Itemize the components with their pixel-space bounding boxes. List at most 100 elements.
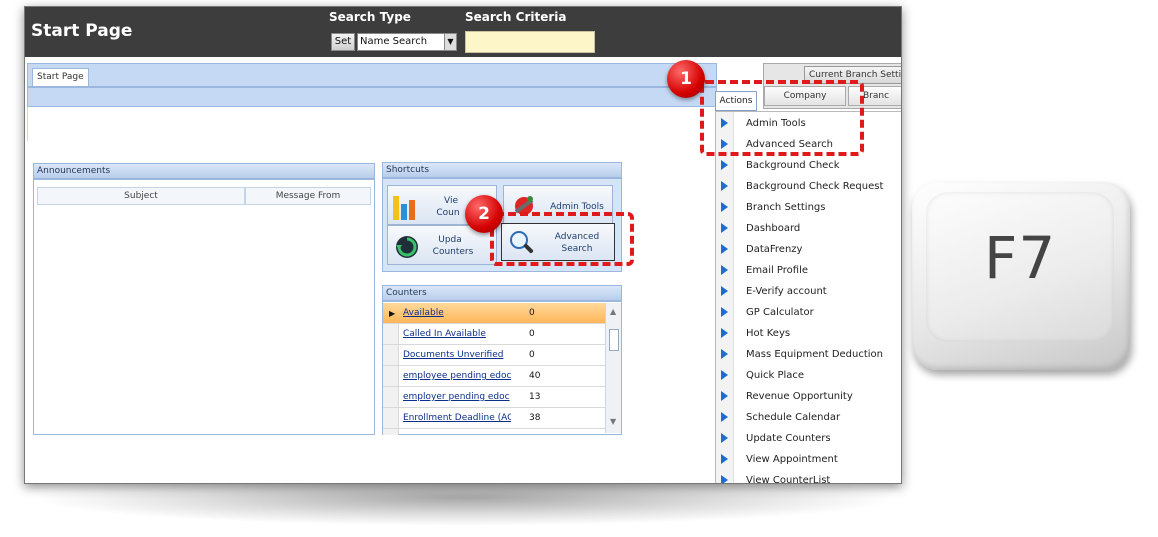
menu-item-label: Background Check Request [746,181,884,192]
counter-value: 38 [529,413,541,423]
announcements-panel [33,179,375,435]
counter-value: 0 [529,308,535,318]
play-arrow-icon [721,391,728,401]
page-title: Start Page [31,21,133,41]
set-button[interactable]: Set [331,33,355,51]
scroll-up-icon[interactable]: ▲ [610,307,616,316]
tab-content-area [27,107,717,141]
menu-item-label: View CounterList [746,475,831,484]
highlight-box-actions [700,80,864,156]
tab-start-page[interactable]: Start Page [32,68,89,86]
menu-item-update-counters[interactable]: Update Counters [716,429,901,450]
counter-name[interactable]: Called In Available [403,329,511,339]
play-arrow-icon [721,160,728,170]
menu-item-label: Revenue Opportunity [746,391,853,402]
menu-item-dashboard[interactable]: Dashboard [716,219,901,240]
search-type-label: Search Type [329,10,411,24]
column-message-from[interactable]: Message From [245,187,371,205]
menu-item-label: Update Counters [746,433,831,444]
menu-item-revenue-opportunity[interactable]: Revenue Opportunity [716,387,901,408]
scroll-down-icon[interactable]: ▼ [610,417,616,426]
counters-scrollbar[interactable]: ▲ ▼ [605,303,621,433]
menu-item-label: Branch Settings [746,202,826,213]
table-row[interactable]: Documents Unverified 0 [383,345,605,366]
menu-item-hot-keys[interactable]: Hot Keys [716,324,901,345]
search-criteria-input[interactable] [465,31,595,53]
menu-item-label: GP Calculator [746,307,814,318]
play-arrow-icon [721,412,728,422]
play-arrow-icon [721,244,728,254]
menu-item-schedule-calendar[interactable]: Schedule Calendar [716,408,901,429]
counter-value: 0 [529,329,535,339]
search-criteria-label: Search Criteria [465,10,567,24]
play-arrow-icon [721,202,728,212]
play-arrow-icon [721,181,728,191]
menu-item-label: DataFrenzy [746,244,803,255]
search-type-value: Name Search [360,36,428,47]
table-row[interactable]: Called In Available 0 [383,324,605,345]
search-type-select[interactable]: Name Search ▼ [357,33,457,51]
play-arrow-icon [721,223,728,233]
callout-badge-2: 2 [465,195,503,233]
counter-name[interactable]: employer pending edoc [403,392,511,402]
table-row[interactable]: ▶ Available 0 [383,303,605,324]
key-label: F7 [984,224,1057,292]
tab-strip: Start Page [27,63,717,107]
app-window: Start Page Search Type Search Criteria S… [24,6,902,484]
menu-item-quick-place[interactable]: Quick Place [716,366,901,387]
key-cap: F7 [926,192,1114,342]
menu-item-datafrenzy[interactable]: DataFrenzy [716,240,901,261]
tab-underline [28,86,716,88]
play-arrow-icon [721,328,728,338]
play-arrow-icon [721,286,728,296]
bar-chart-icon [393,196,415,220]
table-row[interactable]: employee pending edoc 40 [383,366,605,387]
menu-item-label: View Appointment [746,454,838,465]
actions-menu: Admin Tools Advanced Search Background C… [715,111,901,484]
dropdown-arrow-icon[interactable]: ▼ [444,34,456,50]
menu-item-view-appointment[interactable]: View Appointment [716,450,901,471]
menu-item-branch-settings[interactable]: Branch Settings [716,198,901,219]
play-arrow-icon [721,349,728,359]
column-subject[interactable]: Subject [37,187,245,205]
menu-item-view-counterlist[interactable]: View CounterList [716,471,901,484]
menu-item-email-profile[interactable]: Email Profile [716,261,901,282]
play-arrow-icon [721,265,728,275]
top-bar: Start Page Search Type Search Criteria S… [25,7,901,57]
menu-item-label: E-Verify account [746,286,827,297]
menu-item-label: Background Check [746,160,840,171]
menu-item-background-check[interactable]: Background Check [716,156,901,177]
announcements-header: Announcements [33,163,375,179]
menu-item-background-check-request[interactable]: Background Check Request [716,177,901,198]
counter-value: 40 [529,371,541,381]
play-arrow-icon [721,307,728,317]
play-arrow-icon [721,433,728,443]
callout-badge-1: 1 [667,60,705,98]
menu-item-label: Email Profile [746,265,809,276]
play-arrow-icon [721,454,728,464]
highlight-box-advanced-search [490,212,634,266]
shortcuts-header: Shortcuts [382,162,622,178]
counters-header: Counters [382,285,622,301]
refresh-icon [396,236,418,258]
update-counters-label-2: Counters [432,247,474,257]
counter-value: 0 [529,350,535,360]
menu-item-e-verify-account[interactable]: E-Verify account [716,282,901,303]
f7-key-icon: F7 [912,182,1130,370]
menu-item-label: Dashboard [746,223,801,234]
play-arrow-icon [721,475,728,483]
scroll-thumb[interactable] [609,329,619,351]
counter-value: 13 [529,392,541,402]
menu-item-gp-calculator[interactable]: GP Calculator [716,303,901,324]
menu-item-label: Schedule Calendar [746,412,841,423]
view-counters-label-2: Coun [436,208,460,218]
menu-item-label: Hot Keys [746,328,791,339]
counter-name[interactable]: Available [403,308,511,318]
counter-name[interactable]: employee pending edoc [403,371,511,381]
table-row[interactable]: Enrollment Deadline (AC 38 [383,408,605,429]
counter-name[interactable]: Enrollment Deadline (AC [403,413,511,423]
counter-name[interactable]: Documents Unverified [403,350,511,360]
table-row[interactable]: employer pending edoc 13 [383,387,605,408]
update-counters-label-1: Upda [438,235,462,245]
menu-item-mass-equipment-deduction[interactable]: Mass Equipment Deduction [716,345,901,366]
